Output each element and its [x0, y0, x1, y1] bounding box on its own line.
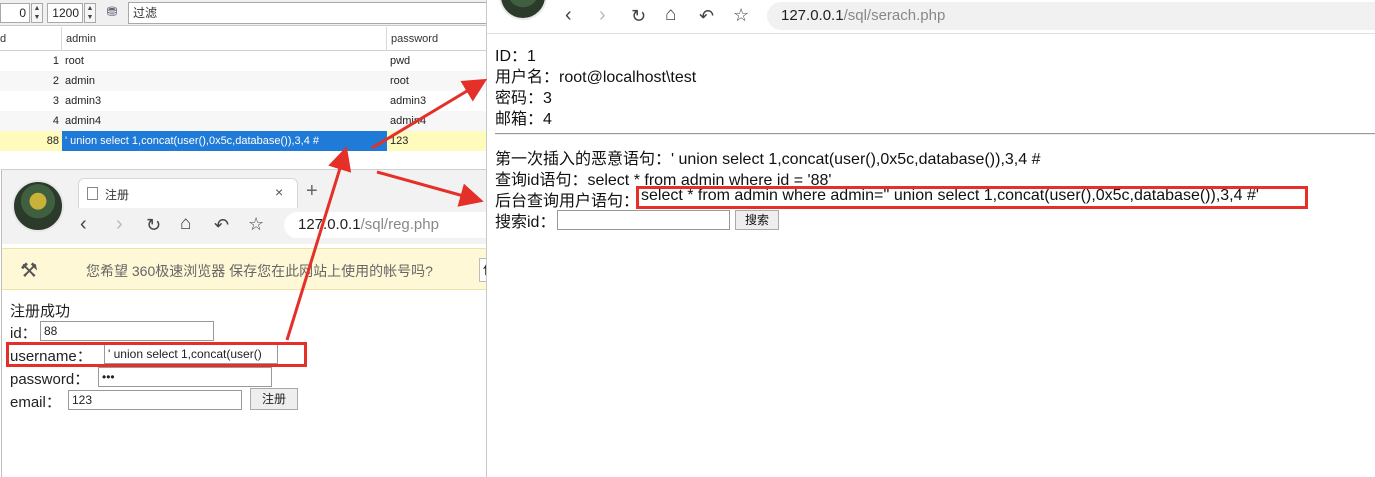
cell-admin[interactable]: ' union select 1,concat(user(),0x5c,data… [62, 131, 387, 151]
username-highlight-box [6, 342, 307, 367]
register-browser-window: 注册 × + ‹ › ↻ ⌂ ↶ ☆ 127.0.0.1/sql/reg.php… [1, 169, 487, 477]
email-label: email： [10, 394, 61, 411]
cell-password[interactable]: root [387, 71, 487, 91]
search-id-label: 搜索id： [495, 214, 556, 231]
key-icon: ⚒ [20, 260, 38, 282]
avatar[interactable] [499, 0, 547, 20]
reload-icon[interactable]: ↻ [631, 6, 646, 26]
save-password-infobar: ⚒ 您希望 360极速浏览器 保存您在此网站上使用的帐号吗? 保 [2, 248, 487, 290]
success-message: 注册成功 [10, 303, 71, 320]
url-host: 127.0.0.1 [298, 216, 361, 233]
divider [495, 133, 1375, 135]
cell-password[interactable]: admin3 [387, 91, 487, 111]
reload-icon[interactable]: ↻ [146, 215, 161, 235]
limit-spinner[interactable]: 1200 [47, 3, 83, 23]
back-icon[interactable]: ‹ [565, 5, 572, 25]
offset-spinner-arrows[interactable]: ▲ ▼ [31, 3, 43, 23]
search-browser-window: ‹ › ↻ ⌂ ↶ ☆ 127.0.0.1/sql/serach.php ID：… [486, 0, 1375, 477]
url-path: /sql/reg.php [360, 216, 439, 233]
password-field[interactable]: ••• [98, 367, 272, 387]
forward-icon[interactable]: › [599, 5, 606, 25]
cell-admin[interactable]: admin4 [62, 111, 387, 131]
tab-register[interactable]: 注册 × [78, 178, 298, 208]
filter-icon[interactable]: ⛃ [104, 4, 120, 20]
id-label: id： [10, 325, 37, 342]
table-row-selected[interactable]: 88 ' union select 1,concat(user(),0x5c,d… [0, 131, 487, 151]
cell-password[interactable]: admin4 [387, 111, 487, 131]
cell-id[interactable]: 4 [0, 111, 62, 131]
id-field[interactable]: 88 [40, 321, 214, 341]
browser-chrome: 注册 × + ‹ › ↻ ⌂ ↶ ☆ 127.0.0.1/sql/reg.php [2, 170, 487, 244]
column-header-id[interactable]: d [0, 27, 62, 51]
url-host: 127.0.0.1 [781, 7, 844, 24]
cell-admin[interactable]: root [62, 51, 387, 71]
filter-input[interactable]: 过滤 [128, 2, 487, 24]
cell-admin[interactable]: admin3 [62, 91, 387, 111]
home-icon[interactable]: ⌂ [180, 214, 191, 234]
table-row[interactable]: 4 admin4 admin4 [0, 111, 487, 131]
home-icon[interactable]: ⌂ [665, 5, 676, 25]
db-toolbar: 0 ▲ ▼ 1200 ▲ ▼ ⛃ 过滤 [0, 0, 487, 26]
cell-admin[interactable]: admin [62, 71, 387, 91]
page-icon [87, 187, 98, 200]
undo-icon[interactable]: ↶ [699, 6, 714, 26]
table-row[interactable]: 1 root pwd [0, 51, 487, 71]
table-header: d admin password [0, 27, 487, 51]
column-header-password[interactable]: password [387, 27, 487, 51]
star-icon[interactable]: ☆ [248, 214, 264, 234]
search-button[interactable]: 搜索 [735, 210, 779, 230]
email-field[interactable]: 123 [68, 390, 242, 410]
infobar-text: 您希望 360极速浏览器 保存您在此网站上使用的帐号吗? [86, 263, 433, 279]
address-bar[interactable]: 127.0.0.1/sql/reg.php [284, 212, 487, 238]
cell-id[interactable]: 1 [0, 51, 62, 71]
forward-icon[interactable]: › [116, 214, 123, 234]
backend-query-highlight-box [636, 186, 1308, 209]
tab-title: 注册 [105, 188, 130, 202]
offset-spinner[interactable]: 0 [0, 3, 30, 23]
limit-spinner-arrows[interactable]: ▲ ▼ [84, 3, 96, 23]
avatar[interactable] [12, 180, 64, 232]
db-table-panel: 0 ▲ ▼ 1200 ▲ ▼ ⛃ 过滤 d admin password 1 roo… [0, 0, 487, 152]
cell-password[interactable]: 123 [387, 131, 487, 151]
cell-id[interactable]: 2 [0, 71, 62, 91]
register-button[interactable]: 注册 [250, 388, 298, 410]
undo-icon[interactable]: ↶ [214, 215, 229, 235]
result-email: 邮箱：4 [495, 111, 552, 128]
cell-password[interactable]: pwd [387, 51, 487, 71]
browser-chrome: ‹ › ↻ ⌂ ↶ ☆ 127.0.0.1/sql/serach.php [487, 0, 1375, 34]
cell-id[interactable]: 3 [0, 91, 62, 111]
table-row[interactable]: 2 admin root [0, 71, 487, 91]
search-id-input[interactable] [557, 210, 730, 230]
cell-id[interactable]: 88 [0, 131, 62, 151]
column-header-admin[interactable]: admin [62, 27, 387, 51]
back-icon[interactable]: ‹ [80, 214, 87, 234]
star-icon[interactable]: ☆ [733, 5, 749, 25]
address-bar[interactable]: 127.0.0.1/sql/serach.php [767, 2, 1375, 30]
table-row[interactable]: 3 admin3 admin3 [0, 91, 487, 111]
password-label: password： [10, 371, 90, 388]
close-icon[interactable]: × [275, 184, 283, 200]
new-tab-icon[interactable]: + [306, 180, 318, 203]
url-path: /sql/serach.php [843, 7, 946, 24]
